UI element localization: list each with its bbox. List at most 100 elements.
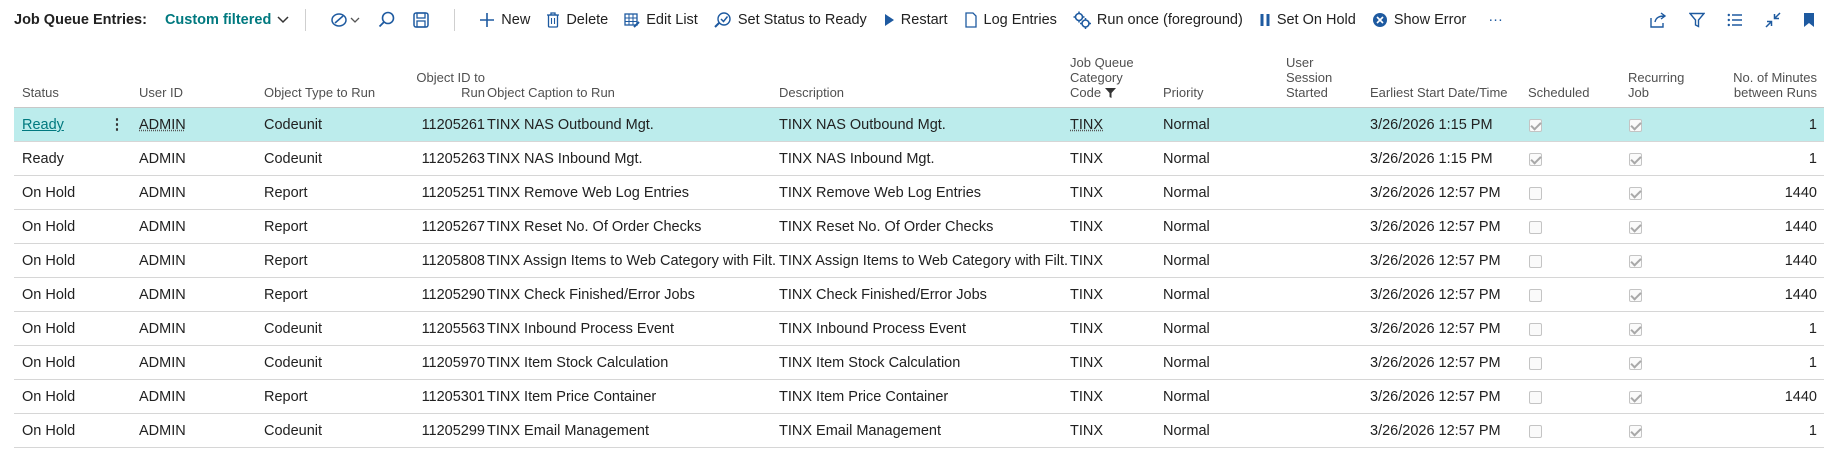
- recurring-job-checkbox[interactable]: [1629, 357, 1642, 370]
- new-button[interactable]: New: [471, 6, 538, 34]
- list-view-button[interactable]: [1719, 6, 1751, 34]
- set-on-hold-button-label: Set On Hold: [1276, 12, 1356, 28]
- log-entries-button[interactable]: Log Entries: [956, 6, 1065, 34]
- scheduled-checkbox[interactable]: [1529, 153, 1542, 166]
- scheduled-checkbox[interactable]: [1529, 391, 1542, 404]
- play-icon: [884, 14, 894, 26]
- show-error-button[interactable]: Show Error: [1364, 6, 1475, 34]
- table-row[interactable]: On Hold ADMIN Codeunit 11205299 TINX Email M…: [14, 414, 1824, 448]
- priority-cell: Normal: [1163, 219, 1210, 235]
- view-filter-dropdown[interactable]: Custom filtered: [165, 12, 289, 28]
- filter-button[interactable]: [1681, 6, 1713, 34]
- recurring-job-checkbox[interactable]: [1629, 255, 1642, 268]
- table-row[interactable]: On Hold ADMIN Codeunit 11205563 TINX Inbound…: [14, 312, 1824, 346]
- user-id-cell: ADMIN: [139, 389, 186, 405]
- object-type-cell: Codeunit: [264, 321, 323, 337]
- col-header-user-id[interactable]: User ID: [139, 85, 183, 100]
- search-button[interactable]: [370, 6, 404, 34]
- layers-filter-icon: [331, 13, 360, 27]
- scheduled-checkbox[interactable]: [1529, 357, 1542, 370]
- recurring-job-checkbox[interactable]: [1629, 323, 1642, 336]
- recurring-job-checkbox[interactable]: [1629, 289, 1642, 302]
- separator: [454, 9, 456, 31]
- object-id-cell: 11205299: [421, 423, 485, 439]
- description-cell: TINX Assign Items to Web Category with F…: [779, 253, 1069, 269]
- document-icon: [964, 12, 977, 28]
- table-row[interactable]: Ready ⋮ ADMIN Codeunit 11205261 TINX NAS Outb…: [14, 108, 1824, 142]
- bookmark-button[interactable]: [1795, 6, 1823, 34]
- col-header-description[interactable]: Description: [779, 85, 844, 100]
- recurring-job-checkbox[interactable]: [1629, 221, 1642, 234]
- recurring-job-checkbox[interactable]: [1629, 119, 1642, 132]
- run-once-button[interactable]: Run once (foreground): [1065, 6, 1251, 34]
- col-header-scheduled[interactable]: Scheduled: [1528, 85, 1589, 100]
- row-actions-menu-icon[interactable]: ⋮: [108, 108, 126, 142]
- action-bar: Job Queue Entries: Custom filtered New D…: [0, 0, 1837, 40]
- user-id-cell: ADMIN: [139, 117, 186, 133]
- caption-cell: TINX Reset No. Of Order Checks: [487, 219, 702, 235]
- col-header-earliest-start[interactable]: Earliest Start Date/Time: [1370, 85, 1508, 100]
- priority-cell: Normal: [1163, 253, 1210, 269]
- page-caption: Job Queue Entries:: [14, 12, 147, 28]
- filter-pane-toggle[interactable]: [322, 6, 370, 34]
- collapse-button[interactable]: [1757, 6, 1789, 34]
- table-row[interactable]: On Hold ADMIN Codeunit 11205970 TINX Item St…: [14, 346, 1824, 380]
- recurring-job-checkbox[interactable]: [1629, 391, 1642, 404]
- caption-cell: TINX NAS Outbound Mgt.: [487, 117, 654, 133]
- table-row[interactable]: On Hold ADMIN Report 11205251 TINX Remove We…: [14, 176, 1824, 210]
- col-header-object-type[interactable]: Object Type to Run: [264, 85, 375, 100]
- status-cell: On Hold: [22, 389, 76, 405]
- col-header-caption[interactable]: Object Caption to Run: [487, 85, 615, 100]
- save-view-button[interactable]: [404, 6, 438, 34]
- restart-button[interactable]: Restart: [875, 6, 956, 34]
- col-header-priority[interactable]: Priority: [1163, 85, 1203, 100]
- scheduled-checkbox[interactable]: [1529, 289, 1542, 302]
- scheduled-checkbox[interactable]: [1529, 255, 1542, 268]
- caption-cell: TINX Assign Items to Web Category with F…: [487, 253, 777, 269]
- table-row[interactable]: Ready ADMIN Codeunit 11205263 TINX NAS Inbou…: [14, 142, 1824, 176]
- col-header-status[interactable]: Status: [22, 85, 59, 100]
- scheduled-checkbox[interactable]: [1529, 119, 1542, 132]
- recurring-job-checkbox[interactable]: [1629, 425, 1642, 438]
- edit-list-button-label: Edit List: [646, 12, 698, 28]
- col-header-session-started[interactable]: User Session Started: [1286, 55, 1332, 100]
- description-cell: TINX Check Finished/Error Jobs: [779, 287, 987, 303]
- delete-button-label: Delete: [566, 12, 609, 28]
- table-row[interactable]: On Hold ADMIN Report 11205267 TINX Reset No.…: [14, 210, 1824, 244]
- run-once-button-label: Run once (foreground): [1096, 12, 1243, 28]
- table-row[interactable]: On Hold ADMIN Report 11205301 TINX Item Pric…: [14, 380, 1824, 414]
- scheduled-checkbox[interactable]: [1529, 323, 1542, 336]
- col-header-object-id[interactable]: Object ID to Run: [384, 70, 485, 100]
- object-id-cell: 11205290: [421, 287, 485, 303]
- recurring-job-checkbox[interactable]: [1629, 153, 1642, 166]
- scheduled-checkbox[interactable]: [1529, 221, 1542, 234]
- more-actions-button[interactable]: ···: [1480, 6, 1511, 34]
- set-status-ready-button[interactable]: Set Status to Ready: [706, 6, 875, 34]
- user-id-cell: ADMIN: [139, 287, 186, 303]
- delete-button[interactable]: Delete: [538, 6, 616, 34]
- object-id-cell: 11205301: [421, 389, 485, 405]
- category-code-cell: TINX: [1070, 355, 1104, 371]
- status-cell: On Hold: [22, 321, 76, 337]
- scheduled-checkbox[interactable]: [1529, 187, 1542, 200]
- status-cell: On Hold: [22, 287, 76, 303]
- category-code-cell: TINX: [1070, 117, 1104, 133]
- col-header-minutes-between-runs[interactable]: No. of Minutes between Runs: [1704, 70, 1817, 100]
- page-icons: [1641, 6, 1823, 34]
- col-header-recurring-job[interactable]: Recurring Job: [1628, 70, 1684, 100]
- earliest-start-cell: 3/26/2026 1:15 PM: [1370, 151, 1493, 167]
- category-code-cell: TINX: [1070, 423, 1104, 439]
- minutes-between-runs-cell: 1440: [1784, 185, 1817, 201]
- table-row[interactable]: On Hold ADMIN Report 11205808 TINX Assign It…: [14, 244, 1824, 278]
- edit-list-button[interactable]: Edit List: [616, 6, 706, 34]
- status-cell[interactable]: Ready: [22, 108, 64, 142]
- share-button[interactable]: [1641, 6, 1675, 34]
- set-on-hold-button[interactable]: Set On Hold: [1251, 6, 1364, 34]
- object-type-cell: Codeunit: [264, 423, 323, 439]
- scheduled-checkbox[interactable]: [1529, 425, 1542, 438]
- earliest-start-cell: 3/26/2026 12:57 PM: [1370, 253, 1501, 269]
- recurring-job-checkbox[interactable]: [1629, 187, 1642, 200]
- user-id-cell: ADMIN: [139, 185, 186, 201]
- col-header-category-code[interactable]: Job Queue Category Code: [1070, 55, 1134, 100]
- table-row[interactable]: On Hold ADMIN Report 11205290 TINX Check Fin…: [14, 278, 1824, 312]
